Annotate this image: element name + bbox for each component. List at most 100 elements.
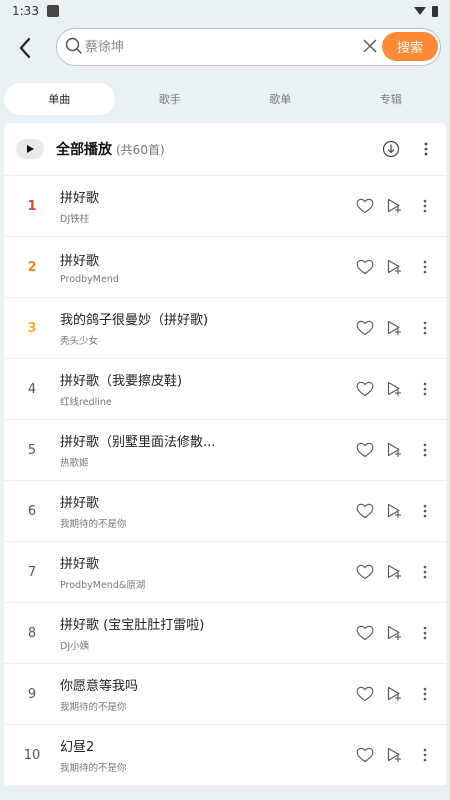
song-more-button[interactable] (416, 316, 434, 340)
song-row[interactable]: 6 拼好歌 我期待的不是你 (4, 481, 446, 542)
song-row[interactable]: 3 我的鸽子很曼妙（拼好歌) 秃头少女 (4, 298, 446, 359)
song-row[interactable]: 5 拼好歌（别墅里面法修散... 热歌姬 (4, 420, 446, 481)
next-play-button[interactable] (380, 682, 410, 706)
status-bar: 1:33 (0, 0, 450, 22)
heart-icon (356, 259, 374, 275)
more-options-button[interactable] (418, 139, 434, 159)
search-header: 搜索 (0, 28, 450, 68)
like-button[interactable] (350, 682, 380, 706)
song-row[interactable]: 10 幻昼2 我期待的不是你 (4, 725, 446, 786)
next-play-button[interactable] (380, 438, 410, 462)
song-artist: 红线redline (60, 397, 112, 408)
play-next-icon (387, 503, 401, 518)
song-artist: 我期待的不是你 (60, 763, 127, 774)
heart-icon (356, 198, 374, 214)
next-play-button[interactable] (380, 621, 410, 645)
like-button[interactable] (350, 255, 380, 279)
song-row[interactable]: 9 你愿意等我吗 我期待的不是你 (4, 664, 446, 725)
next-play-button[interactable] (380, 194, 410, 218)
heart-icon (356, 625, 374, 641)
song-info: 拼好歌（别墅里面法修散... 热歌姬 (60, 431, 350, 469)
like-button[interactable] (350, 743, 380, 767)
like-button[interactable] (350, 194, 380, 218)
song-more-button[interactable] (416, 621, 434, 645)
like-button[interactable] (350, 316, 380, 340)
search-button[interactable]: 搜索 (382, 32, 438, 61)
heart-icon (356, 381, 374, 397)
play-next-icon (387, 259, 401, 274)
play-next-icon (387, 564, 401, 579)
song-list: 1 拼好歌 DJ铁柱 2 拼好歌 ProdbyMend 3 我的鸽子很曼妙（拼好… (4, 176, 446, 786)
song-more-button[interactable] (416, 377, 434, 401)
song-rank: 5 (27, 442, 37, 458)
play-next-icon (387, 198, 401, 213)
next-play-button[interactable] (380, 377, 410, 401)
song-actions (350, 255, 434, 279)
like-button[interactable] (350, 499, 380, 523)
song-artist: 我期待的不是你 (60, 519, 127, 530)
more-vertical-icon (423, 565, 427, 579)
heart-icon (356, 320, 374, 336)
song-rank: 7 (27, 564, 37, 580)
song-row[interactable]: 1 拼好歌 DJ铁柱 (4, 176, 446, 237)
download-all-button[interactable] (382, 140, 400, 158)
song-row[interactable]: 8 拼好歌 (宝宝肚肚打雷啦) DJ小姨 (4, 603, 446, 664)
song-rank: 10 (23, 747, 41, 763)
tab-albums[interactable]: 专辑 (336, 83, 447, 115)
song-list-card: 全部播放 (共60首) 1 拼好歌 DJ铁柱 2 拼好歌 ProdbyMend … (4, 123, 446, 786)
song-more-button[interactable] (416, 438, 434, 462)
like-button[interactable] (350, 621, 380, 645)
song-rank: 1 (27, 198, 37, 214)
song-title: 幻昼2 (60, 740, 95, 755)
song-title: 拼好歌 (60, 496, 100, 511)
song-more-button[interactable] (416, 194, 434, 218)
song-actions (350, 316, 434, 340)
song-row[interactable]: 2 拼好歌 ProdbyMend (4, 237, 446, 298)
next-play-button[interactable] (380, 560, 410, 584)
song-title: 拼好歌（我要擦皮鞋) (60, 374, 183, 389)
like-button[interactable] (350, 377, 380, 401)
song-artist: 我期待的不是你 (60, 702, 127, 713)
more-vertical-icon (424, 142, 428, 156)
next-play-button[interactable] (380, 255, 410, 279)
clear-button[interactable] (362, 38, 378, 58)
song-more-button[interactable] (416, 499, 434, 523)
notification-icon (46, 5, 59, 17)
search-input[interactable] (85, 37, 355, 57)
tab-songs[interactable]: 单曲 (4, 83, 115, 115)
back-button[interactable] (12, 34, 38, 62)
song-more-button[interactable] (416, 255, 434, 279)
song-info: 拼好歌 DJ铁柱 (60, 187, 350, 225)
play-all-button[interactable] (16, 139, 44, 159)
song-title: 我的鸽子很曼妙（拼好歌) (60, 313, 209, 328)
next-play-button[interactable] (380, 743, 410, 767)
song-actions (350, 499, 434, 523)
song-rank: 6 (27, 503, 37, 519)
tab-artists[interactable]: 歌手 (115, 83, 226, 115)
song-title: 拼好歌 (宝宝肚肚打雷啦) (60, 618, 205, 633)
next-play-button[interactable] (380, 499, 410, 523)
song-actions (350, 438, 434, 462)
like-button[interactable] (350, 560, 380, 584)
song-artist: 热歌姬 (60, 458, 89, 469)
song-actions (350, 682, 434, 706)
song-row[interactable]: 7 拼好歌 ProdbyMend&原湖 (4, 542, 446, 603)
more-vertical-icon (423, 260, 427, 274)
song-actions (350, 621, 434, 645)
song-actions (350, 560, 434, 584)
song-actions (350, 194, 434, 218)
play-all-label[interactable]: 全部播放 (56, 139, 112, 159)
more-vertical-icon (423, 443, 427, 457)
song-more-button[interactable] (416, 682, 434, 706)
like-button[interactable] (350, 438, 380, 462)
song-title: 拼好歌 (60, 253, 100, 269)
song-row[interactable]: 4 拼好歌（我要擦皮鞋) 红线redline (4, 359, 446, 420)
play-next-icon (387, 625, 401, 640)
tab-playlists[interactable]: 歌单 (225, 83, 336, 115)
next-play-button[interactable] (380, 316, 410, 340)
status-icons (414, 5, 438, 17)
song-more-button[interactable] (416, 560, 434, 584)
song-more-button[interactable] (416, 743, 434, 767)
heart-icon (356, 564, 374, 580)
song-artist: DJ小姨 (60, 641, 90, 652)
